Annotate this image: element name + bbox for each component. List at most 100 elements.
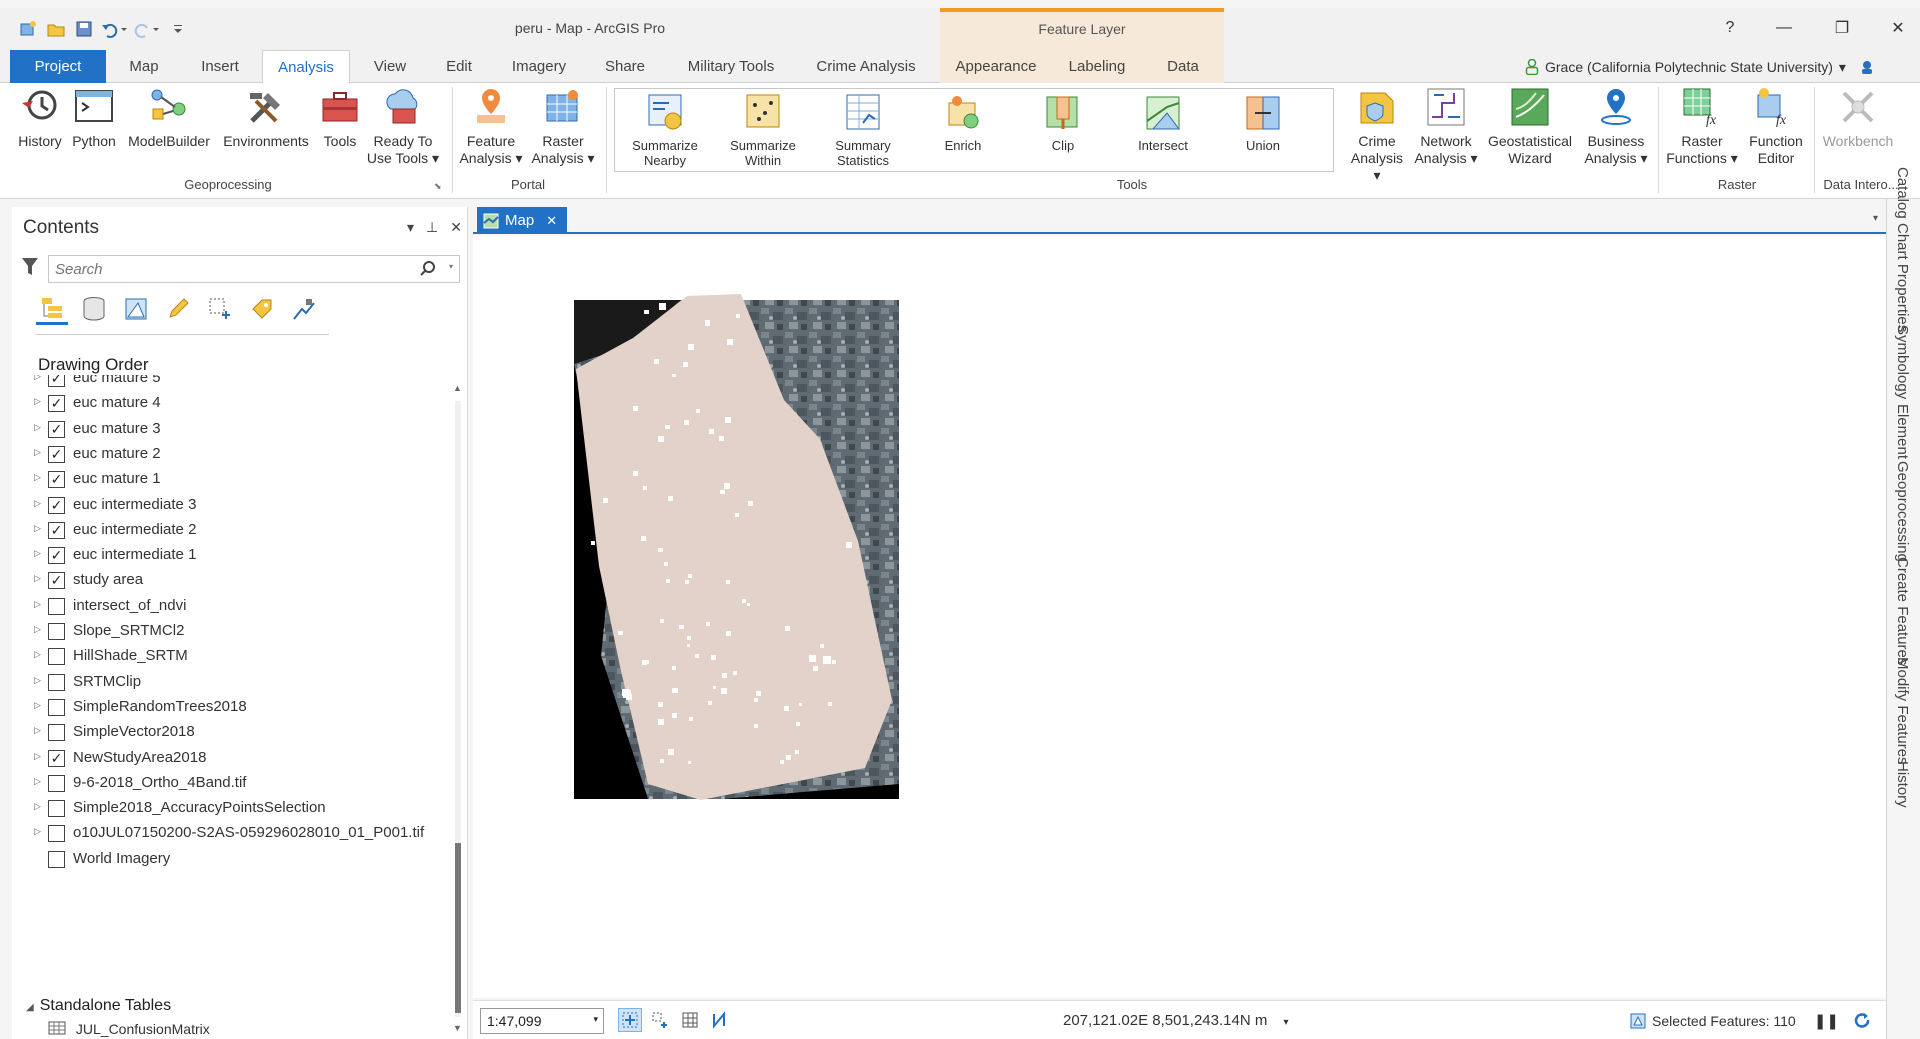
scale-selector[interactable]: 1:47,099 ▾ [480,1008,604,1034]
dock-tab-create-features[interactable]: Create Features [1894,557,1911,665]
expand-icon[interactable]: ▷ [34,375,41,382]
expand-icon[interactable]: ▷ [34,826,41,837]
tab-military-tools[interactable]: Military Tools [672,50,790,83]
dock-tab-chart-properties[interactable]: Chart Properties [1894,223,1911,332]
layer-visibility-checkbox[interactable]: ✓ [48,375,65,387]
layer-item[interactable]: ▷ ✓ euc intermediate 2 [26,518,446,543]
layer-item[interactable]: ▷ 9-6-2018_Ortho_4Band.tif [26,771,446,796]
notifications-icon[interactable] [1858,58,1876,76]
layer-visibility-checkbox[interactable] [48,673,65,691]
selected-features-indicator[interactable]: Selected Features: 110 ❚❚ [1630,1012,1871,1030]
save-project-icon[interactable] [74,19,94,39]
layer-visibility-checkbox[interactable]: ✓ [48,749,65,767]
layer-visibility-checkbox[interactable]: ✓ [48,445,65,463]
environments-button[interactable]: Environments [218,87,314,150]
list-by-perspective-imagery-icon[interactable] [288,293,320,325]
layer-visibility-checkbox[interactable] [48,800,65,818]
history-button[interactable]: History [12,87,68,150]
layer-item[interactable]: ▷ ✓ euc mature 5 [26,375,446,391]
list-by-drawing-order-icon[interactable] [36,293,68,325]
expand-icon[interactable]: ▷ [34,396,41,407]
close-pane-icon[interactable]: ✕ [450,219,462,236]
tab-edit[interactable]: Edit [430,50,488,83]
intersect-button[interactable]: Intersect [1121,93,1205,153]
raster-functions-button[interactable]: fx Raster Functions ▾ [1664,87,1740,167]
expand-icon[interactable]: ▷ [34,675,41,686]
expand-icon[interactable]: ▷ [34,725,41,736]
redo-icon[interactable] [132,19,160,39]
standalone-table-item[interactable]: JUL_ConfusionMatrix [48,1021,210,1039]
dock-tab-element[interactable]: Element [1894,404,1911,459]
layer-visibility-checkbox[interactable]: ✓ [48,572,65,590]
scale-dropdown-icon[interactable]: ▾ [593,1014,598,1025]
layer-item[interactable]: ▷ SimpleRandomTrees2018 [26,695,446,720]
map-canvas[interactable] [473,236,1886,998]
layer-item[interactable]: ▷ SRTMClip [26,670,446,695]
layer-item[interactable]: ▷ ✓ study area [26,568,446,593]
layer-item[interactable]: ▷ Slope_SRTMCl2 [26,619,446,644]
new-project-icon[interactable] [18,19,38,39]
layer-visibility-checkbox[interactable]: ✓ [48,496,65,514]
list-by-selection-icon[interactable] [120,293,152,325]
minimize-button[interactable]: — [1770,16,1798,40]
contents-scrollbar[interactable]: ▲ ▼ [452,383,464,1035]
expand-icon[interactable]: ▷ [34,599,41,610]
layer-item[interactable]: ▷ HillShade_SRTM [26,644,446,669]
layer-item[interactable]: World Imagery [26,847,446,872]
tab-insert[interactable]: Insert [188,50,252,83]
standalone-tables-heading[interactable]: ◢ Standalone Tables [26,997,171,1015]
map-display[interactable] [473,236,1886,998]
pin-icon[interactable]: ⊥ [426,219,438,236]
expand-icon[interactable]: ▷ [34,700,41,711]
list-by-labeling-icon[interactable] [246,293,278,325]
modelbuilder-button[interactable]: ModelBuilder [122,87,216,150]
close-button[interactable]: ✕ [1884,16,1912,40]
help-button[interactable]: ? [1716,16,1744,40]
filter-icon[interactable] [20,255,40,277]
dock-tab-history[interactable]: History [1894,761,1911,808]
correction-icon[interactable] [708,1008,732,1032]
refresh-icon[interactable] [1853,1012,1871,1030]
layer-visibility-checkbox[interactable]: ✓ [48,420,65,438]
tab-map[interactable]: Map [114,50,174,83]
close-map-tab-icon[interactable]: ✕ [546,213,557,229]
dock-tab-catalog[interactable]: Catalog [1894,167,1911,219]
expand-icon[interactable]: ▷ [34,523,41,534]
list-by-snapping-icon[interactable] [204,293,236,325]
search-input[interactable] [49,256,409,282]
grid-icon[interactable] [678,1008,702,1032]
dock-tab-geoprocessing[interactable]: Geoprocessing [1894,461,1911,562]
contents-search-box[interactable]: ▾ [48,255,460,283]
layer-item[interactable]: ▷ o10JUL07150200-S2AS-059296028010_01_P00… [26,821,446,846]
scroll-up-icon[interactable]: ▲ [453,383,462,393]
layer-visibility-checkbox[interactable] [48,698,65,716]
layer-item[interactable]: ▷ ✓ euc mature 3 [26,417,446,442]
expand-icon[interactable]: ▷ [34,573,41,584]
expand-icon[interactable]: ▷ [34,548,41,559]
dock-tab-modify-features[interactable]: Modify Features [1894,657,1911,765]
geostatistical-wizard-button[interactable]: Geostatistical Wizard [1484,87,1576,167]
coordinate-format-dropdown-icon[interactable]: ▾ [1284,1017,1289,1028]
layer-item[interactable]: ▷ ✓ euc mature 4 [26,391,446,416]
crime-analysis-button[interactable]: Crime Analysis ▾ [1346,87,1408,184]
layer-item[interactable]: ▷ ✓ euc mature 2 [26,442,446,467]
tab-data[interactable]: Data [1142,50,1224,83]
tab-project[interactable]: Project [10,50,106,83]
expand-icon[interactable]: ▷ [34,422,41,433]
fixed-zoom-icon[interactable] [618,1008,642,1032]
layer-item[interactable]: ▷ ✓ NewStudyArea2018 [26,746,446,771]
open-project-icon[interactable] [46,19,66,39]
network-analysis-button[interactable]: Network Analysis ▾ [1412,87,1480,167]
summarize-nearby-button[interactable]: Summarize Nearby [623,93,707,168]
search-icon[interactable] [419,260,437,278]
expand-icon[interactable]: ▷ [34,751,41,762]
search-dropdown-icon[interactable]: ▾ [449,262,453,271]
expand-icon[interactable]: ▷ [34,447,41,458]
dock-tab-symbology[interactable]: Symbology [1894,325,1911,399]
enrich-button[interactable]: Enrich [921,93,1005,153]
clip-button[interactable]: Clip [1021,93,1105,153]
layer-visibility-checkbox[interactable] [48,850,65,868]
tab-appearance[interactable]: Appearance [940,50,1052,83]
expand-icon[interactable]: ▷ [34,776,41,787]
layer-visibility-checkbox[interactable] [48,597,65,615]
